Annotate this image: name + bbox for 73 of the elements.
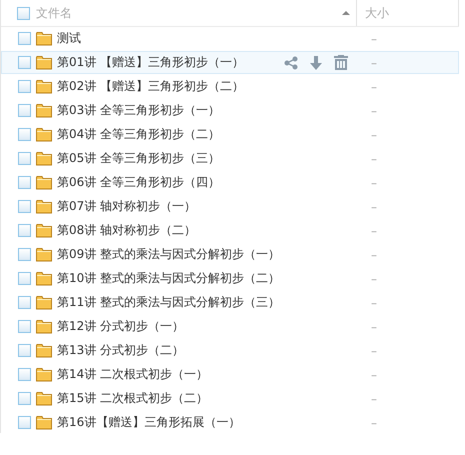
file-size: – <box>370 392 377 406</box>
file-name[interactable]: 第03讲 全等三角形初步（一） <box>57 102 358 119</box>
row-checkbox[interactable] <box>18 224 31 237</box>
file-size: – <box>370 32 377 46</box>
folder-icon <box>36 295 52 310</box>
file-name[interactable]: 第04讲 全等三角形初步（二） <box>57 126 358 143</box>
row-checkbox[interactable] <box>18 32 31 45</box>
row-checkbox[interactable] <box>18 200 31 213</box>
file-name[interactable]: 第14讲 二次根式初步（一） <box>57 366 358 383</box>
folder-icon <box>36 223 52 238</box>
file-name[interactable]: 第06讲 全等三角形初步（四） <box>57 174 358 191</box>
file-name[interactable]: 第11讲 整式的乘法与因式分解初步（三） <box>57 294 358 311</box>
file-size: – <box>370 56 377 70</box>
share-icon[interactable] <box>284 56 298 70</box>
row-checkbox[interactable] <box>18 248 31 261</box>
row-checkbox[interactable] <box>18 296 31 309</box>
folder-icon <box>36 79 52 94</box>
file-row[interactable]: 第01讲 【赠送】三角形初步（一） – <box>1 51 459 74</box>
delete-icon[interactable] <box>334 55 348 70</box>
file-size: – <box>370 344 377 358</box>
folder-icon <box>36 127 52 142</box>
folder-icon <box>36 319 52 334</box>
file-name[interactable]: 第07讲 轴对称初步（一） <box>57 198 358 215</box>
download-icon[interactable] <box>310 56 322 70</box>
file-name[interactable]: 第16讲【赠送】三角形拓展（一） <box>57 414 358 431</box>
folder-icon <box>36 55 52 70</box>
file-size: – <box>370 224 377 238</box>
folder-icon <box>36 247 52 262</box>
row-checkbox[interactable] <box>18 56 31 69</box>
file-size: – <box>370 128 377 142</box>
row-checkbox[interactable] <box>18 152 31 165</box>
file-size: – <box>370 272 377 286</box>
file-size: – <box>370 104 377 118</box>
row-checkbox[interactable] <box>18 368 31 381</box>
folder-icon <box>36 175 52 190</box>
file-size: – <box>370 416 377 430</box>
folder-icon <box>36 367 52 382</box>
file-size: – <box>370 152 377 166</box>
file-size: – <box>370 296 377 310</box>
file-name[interactable]: 第10讲 整式的乘法与因式分解初步（二） <box>57 270 358 287</box>
row-checkbox[interactable] <box>18 416 31 429</box>
file-name[interactable]: 第02讲 【赠送】三角形初步（二） <box>57 78 358 95</box>
file-name[interactable]: 第01讲 【赠送】三角形初步（一） <box>57 54 279 71</box>
folder-icon <box>36 31 52 46</box>
row-checkbox[interactable] <box>18 128 31 141</box>
row-checkbox[interactable] <box>18 344 31 357</box>
folder-icon <box>36 103 52 118</box>
folder-icon <box>36 199 52 214</box>
row-checkbox[interactable] <box>18 392 31 405</box>
file-size: – <box>370 248 377 262</box>
file-size: – <box>370 200 377 214</box>
file-name[interactable]: 第08讲 轴对称初步（二） <box>57 222 358 239</box>
file-size: – <box>370 80 377 94</box>
file-name[interactable]: 第09讲 整式的乘法与因式分解初步（一） <box>57 246 358 263</box>
row-checkbox[interactable] <box>18 320 31 333</box>
row-checkbox[interactable] <box>18 272 31 285</box>
folder-icon <box>36 415 52 430</box>
file-size: – <box>370 368 377 382</box>
file-size: – <box>370 320 377 334</box>
file-name[interactable]: 第13讲 分式初步（二） <box>57 342 358 359</box>
file-name[interactable]: 测试 <box>57 30 358 47</box>
row-checkbox[interactable] <box>18 80 31 93</box>
file-size: – <box>370 176 377 190</box>
folder-icon <box>36 151 52 166</box>
row-checkbox[interactable] <box>18 176 31 189</box>
select-all-checkbox[interactable] <box>17 6 30 20</box>
file-name[interactable]: 第05讲 全等三角形初步（三） <box>57 150 358 167</box>
folder-icon <box>36 343 52 358</box>
folder-icon <box>36 391 52 406</box>
file-name[interactable]: 第12讲 分式初步（一） <box>57 318 358 335</box>
folder-icon <box>36 271 52 286</box>
file-name[interactable]: 第15讲 二次根式初步（二） <box>57 390 358 407</box>
row-checkbox[interactable] <box>18 104 31 117</box>
